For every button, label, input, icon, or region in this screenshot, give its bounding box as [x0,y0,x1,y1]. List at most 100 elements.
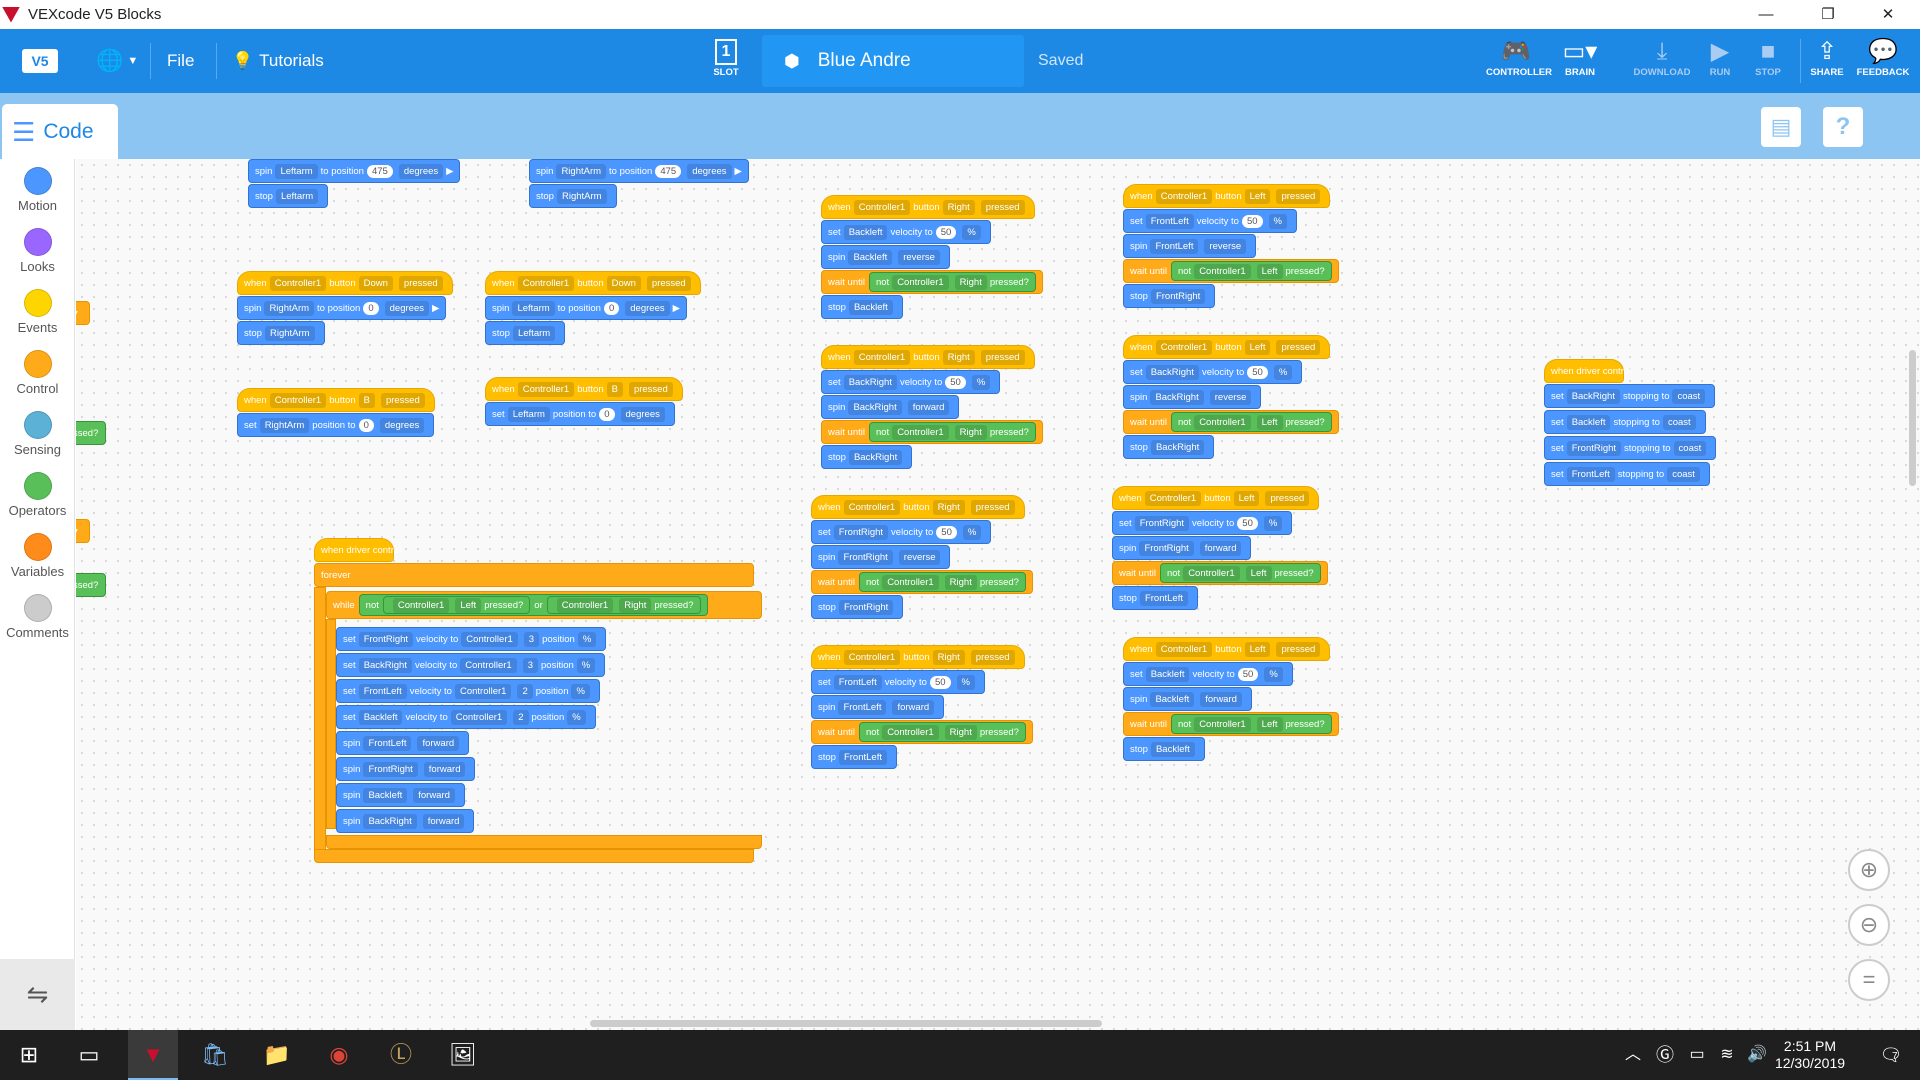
spin-to-position-block[interactable]: spin RightArm to position 0 degrees ▶ [237,296,447,320]
zoom-out-button[interactable]: ⊖ [1848,904,1890,946]
stop-block[interactable]: stop FrontRight [1123,284,1216,308]
spin-to-position-block[interactable]: spin Leftarm to position 475 degrees ▶ [248,159,461,183]
devices-icon[interactable]: ▤ [1761,107,1801,147]
brain-button[interactable]: ▭▾ BRAIN [1550,37,1610,78]
set-velocity-block[interactable]: set Backleft velocity to Controller1 2 positi… [336,705,596,729]
feedback-button[interactable]: 💬 FEEDBACK [1853,37,1913,78]
set-velocity-block[interactable]: set Backleft velocity to 50% [821,220,991,244]
forever-block[interactable]: forever [314,563,754,587]
notifications-icon[interactable]: 🗨 7 [1866,1030,1916,1080]
set-stopping-block[interactable]: set FrontRight stopping to coast [1544,436,1717,460]
category-variables[interactable]: Variables [0,533,75,579]
stop-block[interactable]: stop BackRight [821,445,913,469]
set-position-block[interactable]: set RightArm position to 0 degrees [237,413,435,437]
when-button-pressed-block[interactable]: when Controller1 button Left pressed [1112,486,1320,510]
set-velocity-block[interactable]: set BackRight velocity to 50% [1123,360,1303,384]
zoom-in-button[interactable]: ⊕ [1848,849,1890,891]
when-button-pressed-block[interactable]: when Controller1 button Right pressed [811,495,1025,519]
set-velocity-block[interactable]: set BackRight velocity to Controller1 3 posit… [336,653,606,677]
category-comments[interactable]: Comments [0,594,75,640]
file-explorer-icon[interactable]: 📁 [252,1030,302,1080]
when-button-pressed-block[interactable]: when Controller1 button Down pressed [485,271,701,295]
stop-block[interactable]: stop Backleft [1123,737,1205,761]
set-velocity-block[interactable]: set FrontLeft velocity to 50% [1123,209,1297,233]
wait-until-block[interactable]: wait until not Controller1 Left pressed? [1123,259,1339,283]
minimize-button[interactable]: — [1738,0,1794,29]
chrome-icon[interactable]: ◉ [314,1030,364,1080]
league-icon[interactable]: Ⓛ [376,1030,426,1080]
share-button[interactable]: ⇪ SHARE [1797,37,1857,78]
vertical-scrollbar[interactable] [1909,350,1916,486]
when-button-pressed-block[interactable]: when Controller1 button Down pressed [237,271,453,295]
wait-until-block[interactable]: wait until not Controller1 Left pressed? [1123,712,1339,736]
partial-block[interactable]: ssed? [76,573,106,597]
wait-until-block[interactable]: wait until not Controller1 Right pressed? [821,420,1043,444]
category-looks[interactable]: Looks [0,228,75,274]
spin-block[interactable]: spin FrontLeft reverse [1123,234,1257,258]
photos-icon[interactable]: 🖼 [438,1030,488,1080]
partial-block[interactable]: ssed? [76,421,106,445]
spin-block[interactable]: spin BackRight reverse [1123,385,1262,409]
stop-block[interactable]: stop FrontLeft [811,745,897,769]
category-control[interactable]: Control [0,350,75,396]
language-globe-icon[interactable]: 🌐 ▼ [96,29,138,93]
set-velocity-block[interactable]: set FrontRight velocity to 50% [1112,511,1293,535]
close-button[interactable]: ✕ [1860,0,1916,29]
stop-block[interactable]: stop Backleft [821,295,903,319]
task-view-icon[interactable]: ▭ [64,1030,114,1080]
spin-block[interactable]: spin Backleft forward [336,783,465,807]
when-button-pressed-block[interactable]: when Controller1 button Right pressed [821,195,1035,219]
set-velocity-block[interactable]: set FrontRight velocity to 50% [811,520,992,544]
zoom-reset-button[interactable]: = [1848,959,1890,1001]
set-position-block[interactable]: set Leftarm position to 0 degrees [485,402,675,426]
file-menu[interactable]: File [167,29,194,93]
spin-block[interactable]: spin BackRight forward [336,809,475,833]
when-button-pressed-block[interactable]: when Controller1 button Left pressed [1123,335,1331,359]
category-events[interactable]: Events [0,289,75,335]
code-workspace[interactable]: spin Leftarm to position 475 degrees ▶ stop Le… [76,159,1920,1030]
partial-block[interactable]: ▾ [76,519,90,543]
spin-block[interactable]: spin BackRight forward [821,395,960,419]
set-velocity-block[interactable]: set FrontLeft velocity to Controller1 2 posit… [336,679,600,703]
store-icon[interactable]: 🛍 [190,1030,240,1080]
when-driver-control-block[interactable]: when driver control [1544,359,1631,383]
when-button-pressed-block[interactable]: when Controller1 button Bpressed [237,388,435,412]
restore-button[interactable]: ❐ [1800,0,1856,29]
wait-until-block[interactable]: wait until not Controller1 Left pressed? [1112,561,1328,585]
spin-to-position-block[interactable]: spin RightArm to position 475 degrees ▶ [529,159,749,183]
spin-block[interactable]: spin Backleft reverse [821,245,950,269]
stop-button[interactable]: ■ STOP [1738,37,1798,78]
set-velocity-block[interactable]: set BackRight velocity to 50% [821,370,1001,394]
spin-block[interactable]: spin Backleft forward [1123,687,1252,711]
category-operators[interactable]: Operators [0,472,75,518]
when-button-pressed-block[interactable]: when Controller1 button Right pressed [821,345,1035,369]
spin-block[interactable]: spin FrontLeft forward [336,731,470,755]
set-stopping-block[interactable]: set FrontLeft stopping to coast [1544,462,1710,486]
set-stopping-block[interactable]: set Backleft stopping to coast [1544,410,1706,434]
stop-block[interactable]: stop RightArm [237,321,325,345]
project-name-field[interactable]: ⬢ Blue Andre [762,35,1024,87]
extension-toggle-icon[interactable]: ⇋ [0,959,75,1030]
category-sensing[interactable]: Sensing [0,411,75,457]
horizontal-scrollbar[interactable] [590,1020,1102,1027]
wait-until-block[interactable]: wait until not Controller1 Right pressed? [821,270,1043,294]
stop-block[interactable]: stop BackRight [1123,435,1215,459]
tab-code[interactable]: ☰ Code [2,104,118,160]
set-velocity-block[interactable]: set FrontRight velocity to Controller1 3 posi… [336,627,607,651]
wait-until-block[interactable]: wait until not Controller1 Right pressed? [811,720,1033,744]
when-button-pressed-block[interactable]: when Controller1 button Left pressed [1123,637,1331,661]
when-driver-control-block[interactable]: when driver control [314,538,401,562]
help-icon[interactable]: ? [1823,107,1863,147]
vex-home-icon[interactable]: V5 [22,29,58,93]
stop-block[interactable]: stop FrontRight [811,595,904,619]
tutorials-button[interactable]: 💡 Tutorials [232,29,324,93]
spin-to-position-block[interactable]: spin Leftarm to position 0 degrees ▶ [485,296,687,320]
system-clock[interactable]: 2:51 PM 12/30/2019 [1760,1038,1860,1072]
when-button-pressed-block[interactable]: when Controller1 button Left pressed [1123,184,1331,208]
wait-until-block[interactable]: wait until not Controller1 Right pressed? [811,570,1033,594]
stop-block[interactable]: stop Leftarm [248,184,329,208]
category-motion[interactable]: Motion [0,167,75,213]
stop-block[interactable]: stop FrontLeft [1112,586,1198,610]
download-button[interactable]: ⤓ DOWNLOAD [1632,37,1692,78]
set-velocity-block[interactable]: set Backleft velocity to 50% [1123,662,1293,686]
